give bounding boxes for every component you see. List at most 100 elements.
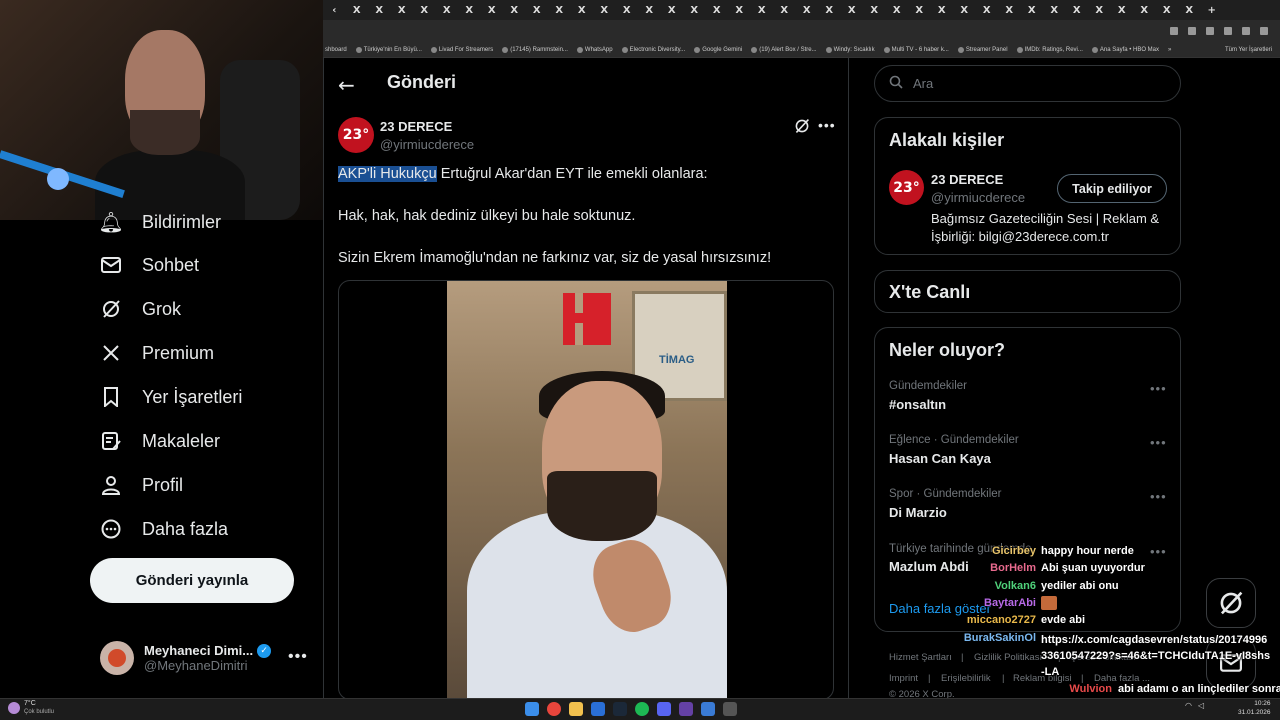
bookmark-item[interactable]: Livad For Streamers	[430, 46, 493, 53]
browser-tab[interactable]: X	[571, 0, 594, 20]
post-author-handle[interactable]: @yirmiucderece	[380, 137, 474, 152]
browser-tab[interactable]: X	[413, 0, 436, 20]
nav-chat[interactable]: Sohbet	[100, 250, 199, 280]
browser-tab[interactable]: X	[818, 0, 841, 20]
grok-floating-button[interactable]	[1206, 578, 1256, 628]
grok-explain-icon[interactable]	[794, 118, 810, 138]
menu-icon[interactable]	[1260, 27, 1268, 35]
spotify-icon[interactable]	[635, 702, 649, 716]
browser-tab[interactable]: X	[391, 0, 414, 20]
bookmark-item[interactable]: Windy: Sıcaklık	[825, 46, 875, 53]
video-player[interactable]: TİMAG	[447, 281, 727, 699]
post-author-name[interactable]: 23 DERECE	[380, 119, 452, 134]
browser-tab[interactable]: X	[526, 0, 549, 20]
browser-tab[interactable]: X	[998, 0, 1021, 20]
footer-accessibility[interactable]: Erişilebilirlik	[941, 673, 991, 684]
browser-tab[interactable]: X	[1088, 0, 1111, 20]
wifi-icon[interactable]: ◠	[1185, 701, 1192, 710]
browser-tab[interactable]: X	[616, 0, 639, 20]
footer-terms[interactable]: Hizmet Şartları	[889, 652, 952, 663]
browser-tab[interactable]: X	[1111, 0, 1134, 20]
nav-grok[interactable]: Grok	[100, 294, 181, 324]
browser-tab[interactable]: X	[706, 0, 729, 20]
live-card[interactable]: X'te Canlı	[874, 270, 1181, 313]
back-arrow-icon[interactable]: ←	[338, 73, 355, 97]
browser-tab[interactable]: X	[1178, 0, 1201, 20]
bookmark-item[interactable]: WhatsApp	[576, 46, 613, 53]
bookmark-item[interactable]: Streamer Panel	[957, 46, 1008, 53]
related-name[interactable]: 23 DERECE	[931, 172, 1003, 187]
browser-tab[interactable]: X	[481, 0, 504, 20]
nav-articles[interactable]: Makaleler	[100, 426, 220, 456]
browser-tab[interactable]: X	[436, 0, 459, 20]
nav-notifications[interactable]: 🔔︎ Bildirimler	[98, 207, 221, 237]
related-handle[interactable]: @yirmiucderece	[931, 190, 1025, 205]
browser-tab[interactable]: X	[548, 0, 571, 20]
browser-tab[interactable]: X	[773, 0, 796, 20]
following-button[interactable]: Takip ediliyor	[1057, 174, 1167, 203]
discord-icon[interactable]	[657, 702, 671, 716]
browser-tab[interactable]: X	[751, 0, 774, 20]
browser-tab[interactable]: X	[1156, 0, 1179, 20]
nav-bookmarks[interactable]: Yer İşaretleri	[100, 382, 242, 412]
browser-tab[interactable]: X	[1066, 0, 1089, 20]
search-input[interactable]	[913, 76, 1153, 91]
browser-tab[interactable]: X	[638, 0, 661, 20]
bookmark-item[interactable]: »	[1168, 47, 1171, 53]
post-media[interactable]: TİMAG	[338, 280, 834, 700]
app-icon[interactable]	[591, 702, 605, 716]
bookmark-item[interactable]: shboard	[325, 47, 347, 53]
browser-tab[interactable]: X	[931, 0, 954, 20]
bookmark-item[interactable]: IMDb: Ratings, Revi...	[1016, 46, 1083, 53]
app-icon[interactable]	[679, 702, 693, 716]
system-tray[interactable]: ◠ ◁	[1185, 701, 1204, 710]
chrome-icon[interactable]	[547, 702, 561, 716]
bookmark-star-icon[interactable]	[1206, 27, 1214, 35]
steam-icon[interactable]	[613, 702, 627, 716]
bookmark-item[interactable]: Multi TV - 6 haber k...	[883, 46, 949, 53]
bookmark-item[interactable]: Ana Sayfa • HBO Max	[1091, 46, 1159, 53]
footer-imprint[interactable]: Imprint	[889, 673, 918, 684]
volume-icon[interactable]: ◁	[1198, 701, 1204, 710]
weather-widget[interactable]: 7°C Çok bulutlu	[8, 700, 54, 716]
browser-tab[interactable]: X	[1021, 0, 1044, 20]
trend-more-icon[interactable]: •••	[1150, 489, 1167, 504]
post-button[interactable]: Gönderi yayınla	[90, 558, 294, 603]
clock[interactable]: 10:26 31.01.2026	[1238, 699, 1271, 717]
related-avatar[interactable]: 23°	[889, 170, 924, 205]
all-bookmarks-link[interactable]: Tüm Yer İşaretleri	[1225, 47, 1280, 53]
browser-tab[interactable]: X	[1043, 0, 1066, 20]
browser-tab[interactable]: X	[683, 0, 706, 20]
nav-profile[interactable]: Profil	[100, 470, 183, 500]
browser-tab[interactable]: X	[661, 0, 684, 20]
browser-tab[interactable]: X	[503, 0, 526, 20]
trend-more-icon[interactable]: •••	[1150, 381, 1167, 396]
start-icon[interactable]	[525, 702, 539, 716]
bookmark-item[interactable]: (17145) Rammstein...	[502, 46, 568, 53]
cast-icon[interactable]	[1188, 27, 1196, 35]
browser-tab[interactable]: X	[346, 0, 369, 20]
browser-tab[interactable]: X	[458, 0, 481, 20]
profile-icon[interactable]	[1242, 27, 1250, 35]
browser-tab[interactable]: ‹	[323, 0, 346, 20]
browser-tab[interactable]: X	[976, 0, 999, 20]
browser-tab[interactable]: X	[908, 0, 931, 20]
browser-tab[interactable]: X	[796, 0, 819, 20]
browser-tab[interactable]: X	[593, 0, 616, 20]
nav-more[interactable]: Daha fazla	[100, 514, 228, 544]
obs-icon[interactable]	[723, 702, 737, 716]
footer-privacy[interactable]: Gizlilik Politikası	[974, 652, 1042, 663]
app-icon[interactable]	[701, 702, 715, 716]
trend-name[interactable]: Di Marzio	[889, 505, 947, 520]
search-box[interactable]	[874, 65, 1181, 102]
account-more-icon[interactable]: •••	[288, 648, 308, 666]
bookmark-item[interactable]: (19) Alert Box / Stre...	[751, 46, 817, 53]
zoom-icon[interactable]	[1170, 27, 1178, 35]
new-tab-button[interactable]: +	[1201, 0, 1224, 20]
browser-tab[interactable]: X	[368, 0, 391, 20]
trend-more-icon[interactable]: •••	[1150, 544, 1167, 559]
post-author-avatar[interactable]: 23°	[338, 117, 374, 153]
browser-tab[interactable]: X	[953, 0, 976, 20]
extensions-icon[interactable]	[1224, 27, 1232, 35]
explorer-icon[interactable]	[569, 702, 583, 716]
